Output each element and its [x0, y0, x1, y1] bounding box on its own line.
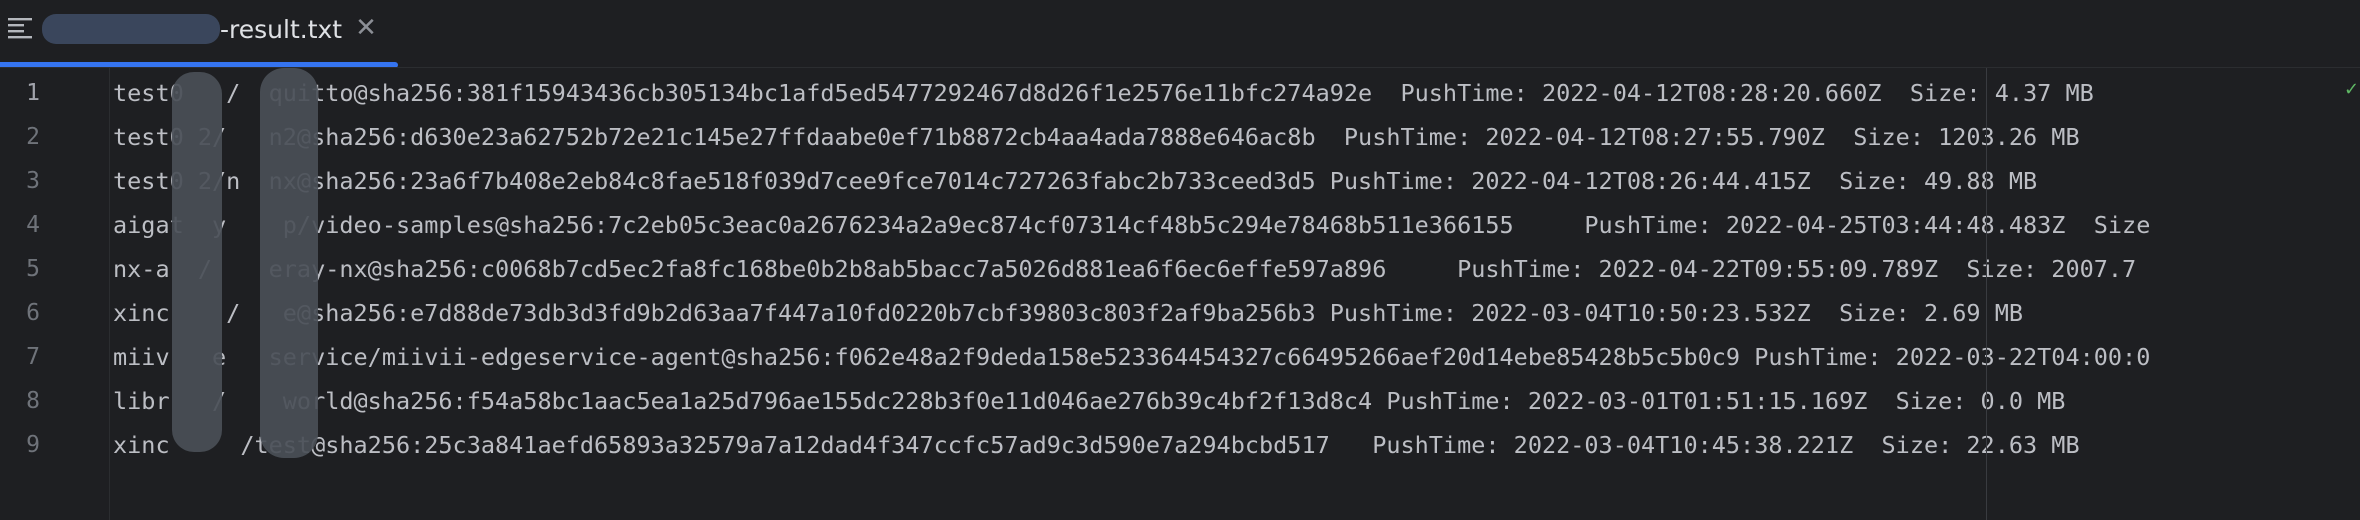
line-number: 8 — [26, 388, 40, 414]
redacted-filename-prefix — [42, 14, 220, 44]
structure-menu-icon[interactable] — [8, 17, 34, 39]
line-number: 9 — [26, 432, 40, 458]
code-line[interactable]: libr / world@sha256:f54a58bc1aac5ea1a25d… — [113, 379, 2065, 423]
text-editor[interactable]: 1 2 3 4 5 6 7 8 9 test0 / quitto@sha256:… — [0, 68, 2360, 520]
close-icon[interactable]: ✕ — [354, 15, 378, 41]
gutter-divider — [109, 68, 110, 520]
redaction-mark — [260, 68, 318, 458]
code-line[interactable]: test0 2/ n2@sha256:d630e23a62752b72e21c1… — [113, 115, 2080, 159]
checkmark-icon: ✓ — [2344, 79, 2360, 100]
code-line[interactable]: miiv e service/miivii-edgeservice-agent@… — [113, 335, 2150, 379]
line-number: 3 — [26, 168, 40, 194]
code-line[interactable]: xinc / e@sha256:e7d88de73db3d3fd9b2d63aa… — [113, 291, 2023, 335]
code-line[interactable]: xinc /test@sha256:25c3a841aefd65893a3257… — [113, 423, 2080, 467]
editor-tab-bar: -result.txt ✕ — [0, 0, 2360, 68]
redaction-mark — [172, 72, 222, 452]
line-number: 2 — [26, 124, 40, 150]
code-line[interactable]: test0 2/n nx@sha256:23a6f7b408e2eb84c8fa… — [113, 159, 2037, 203]
line-number: 5 — [26, 256, 40, 282]
line-number: 4 — [26, 212, 40, 238]
code-line[interactable]: nx-a / eray-nx@sha256:c0068b7cd5ec2fa8fc… — [113, 247, 2136, 291]
line-number-gutter: 1 2 3 4 5 6 7 8 9 — [0, 68, 110, 520]
tab-title: -result.txt — [220, 15, 343, 44]
line-number: 6 — [26, 300, 40, 326]
right-margin-guide — [1986, 68, 1987, 520]
code-line[interactable]: test0 / quitto@sha256:381f15943436cb3051… — [113, 71, 2094, 115]
line-number: 7 — [26, 344, 40, 370]
tab-result-txt[interactable]: -result.txt ✕ — [0, 0, 398, 62]
code-line[interactable]: aigat y p/video-samples@sha256:7c2eb05c3… — [113, 203, 2150, 247]
line-number: 1 — [26, 80, 40, 106]
